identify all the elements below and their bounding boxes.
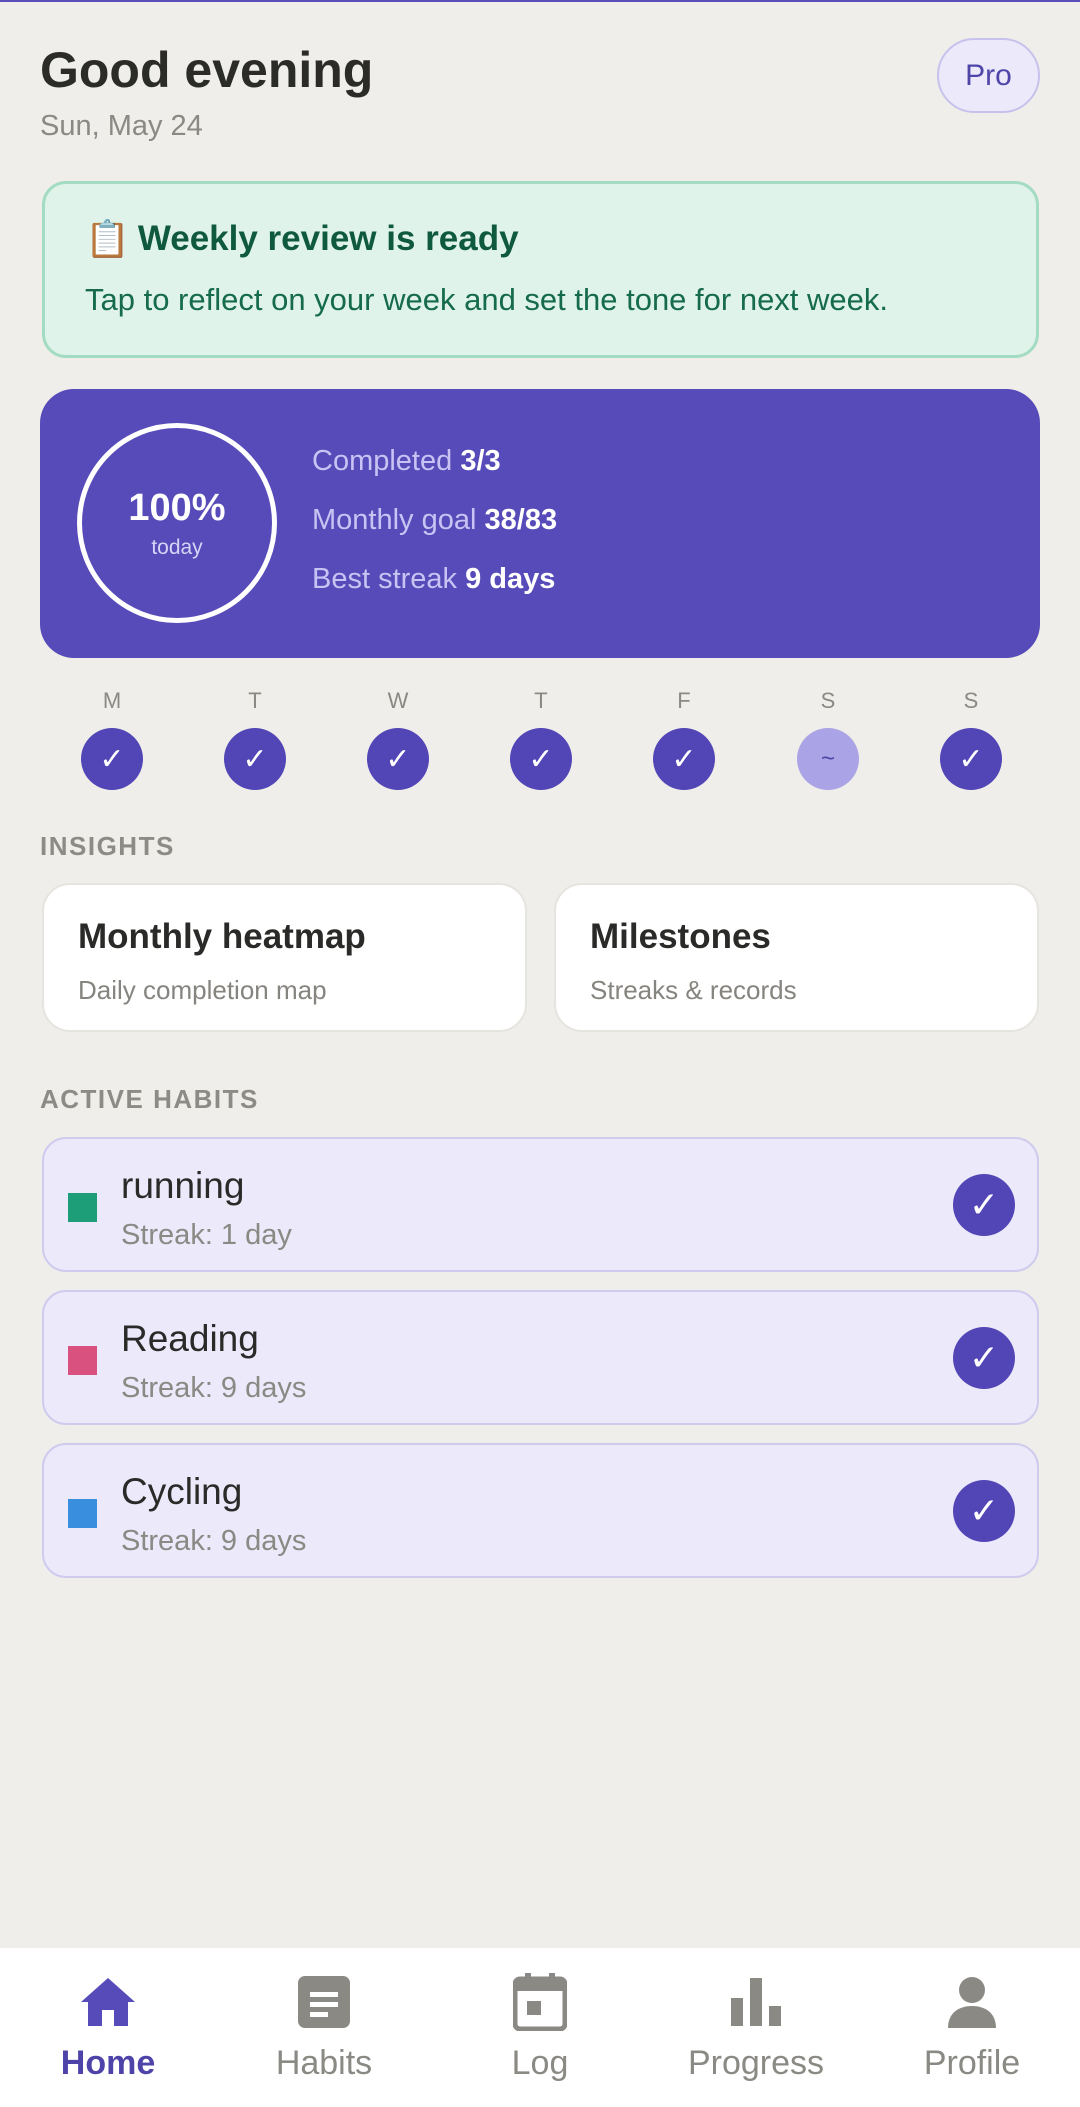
check-icon: ✓ [940,728,1002,790]
day-letter: S [820,688,836,713]
habit-name: Reading [121,1318,259,1359]
pro-button[interactable]: Pro [937,38,1040,113]
greeting-title: Good evening [40,42,374,98]
check-icon: ✓ [224,728,286,790]
completed-value: 3/3 [460,445,501,477]
completed-stat: Completed 3/3 [312,445,557,504]
best-streak-label: Best streak [312,563,458,595]
home-icon [78,1972,138,2032]
nav-label: Home [60,2044,156,2082]
progress-percent: 100% [128,486,226,529]
habit-streak: Streak: 9 days [121,1372,307,1404]
bar-chart-icon [726,1972,786,2032]
bottom-navigation: Home Habits Log Progress Profile [0,1948,1080,2107]
day-letter: T [534,688,548,713]
completed-label: Completed [312,445,453,477]
day-letter: W [387,688,409,713]
habit-streak: Streak: 9 days [121,1525,307,1557]
review-description: Tap to reflect on your week and set the … [85,282,889,317]
check-icon: ✓ [653,728,715,790]
check-icon: ✓ [510,728,572,790]
nav-profile[interactable]: Profile [864,1948,1080,2107]
today-summary-card: 100% today Completed 3/3 Monthly goal 38… [40,389,1040,658]
milestones-card[interactable]: Milestones Streaks & records [554,883,1039,1032]
day-thursday[interactable]: T ✓ [506,688,576,790]
day-sunday[interactable]: S ✓ [936,688,1006,790]
person-icon [942,1972,1002,2032]
review-title-row: 📋 Weekly review is ready [85,218,996,260]
day-monday[interactable]: M ✓ [77,688,147,790]
week-strip: M ✓ T ✓ W ✓ T ✓ F ✓ S ~ S ✓ [40,688,1040,790]
nav-log[interactable]: Log [432,1948,648,2107]
habit-row[interactable]: Reading Streak: 9 days ✓ [42,1290,1039,1425]
day-tuesday[interactable]: T ✓ [220,688,290,790]
progress-label: today [151,535,203,559]
nav-label: Progress [687,2044,825,2082]
day-letter: T [248,688,262,713]
habit-color-swatch [68,1346,97,1375]
day-wednesday[interactable]: W ✓ [363,688,433,790]
top-accent-line [0,0,1080,2]
habit-streak: Streak: 1 day [121,1219,292,1251]
header: Good evening Sun, May 24 Pro [40,38,1040,160]
habit-name: running [121,1165,245,1206]
day-letter: M [102,688,122,713]
day-letter: F [677,688,691,713]
review-title: Weekly review is ready [137,219,519,258]
habit-color-swatch [68,1193,97,1222]
nav-home[interactable]: Home [0,1948,216,2107]
insight-subtitle: Streaks & records [590,975,797,1005]
nav-habits[interactable]: Habits [216,1948,432,2107]
best-streak-value: 9 days [465,563,556,595]
check-icon[interactable]: ✓ [953,1327,1015,1389]
nav-label: Habits [275,2044,373,2082]
check-icon: ✓ [367,728,429,790]
list-icon [294,1972,354,2032]
insight-subtitle: Daily completion map [78,975,327,1005]
insights-heading: INSIGHTS [40,831,175,861]
partial-icon: ~ [797,728,859,790]
day-friday[interactable]: F ✓ [649,688,719,790]
habit-color-swatch [68,1499,97,1528]
monthly-goal-value: 38/83 [484,504,558,536]
monthly-goal-stat: Monthly goal 38/83 [312,504,557,563]
insight-title: Monthly heatmap [78,917,366,956]
nav-label: Log [511,2044,569,2082]
habit-row[interactable]: running Streak: 1 day ✓ [42,1137,1039,1272]
habit-name: Cycling [121,1471,243,1512]
day-saturday[interactable]: S ~ [793,688,863,790]
monthly-heatmap-card[interactable]: Monthly heatmap Daily completion map [42,883,527,1032]
insight-title: Milestones [590,917,771,956]
day-letter: S [963,688,979,713]
nav-progress[interactable]: Progress [648,1948,864,2107]
check-icon[interactable]: ✓ [953,1174,1015,1236]
check-icon[interactable]: ✓ [953,1480,1015,1542]
monthly-goal-label: Monthly goal [312,504,477,536]
check-icon: ✓ [81,728,143,790]
habit-row[interactable]: Cycling Streak: 9 days ✓ [42,1443,1039,1578]
date-label: Sun, May 24 [40,110,203,142]
summary-stats: Completed 3/3 Monthly goal 38/83 Best st… [312,445,557,622]
clipboard-icon: 📋 [85,218,130,259]
active-habits-heading: ACTIVE HABITS [40,1084,259,1114]
nav-label: Profile [923,2044,1021,2082]
calendar-icon [510,1972,570,2032]
weekly-review-card[interactable]: 📋 Weekly review is ready Tap to reflect … [42,181,1039,358]
best-streak-stat: Best streak 9 days [312,563,557,622]
progress-ring: 100% today [77,423,277,623]
